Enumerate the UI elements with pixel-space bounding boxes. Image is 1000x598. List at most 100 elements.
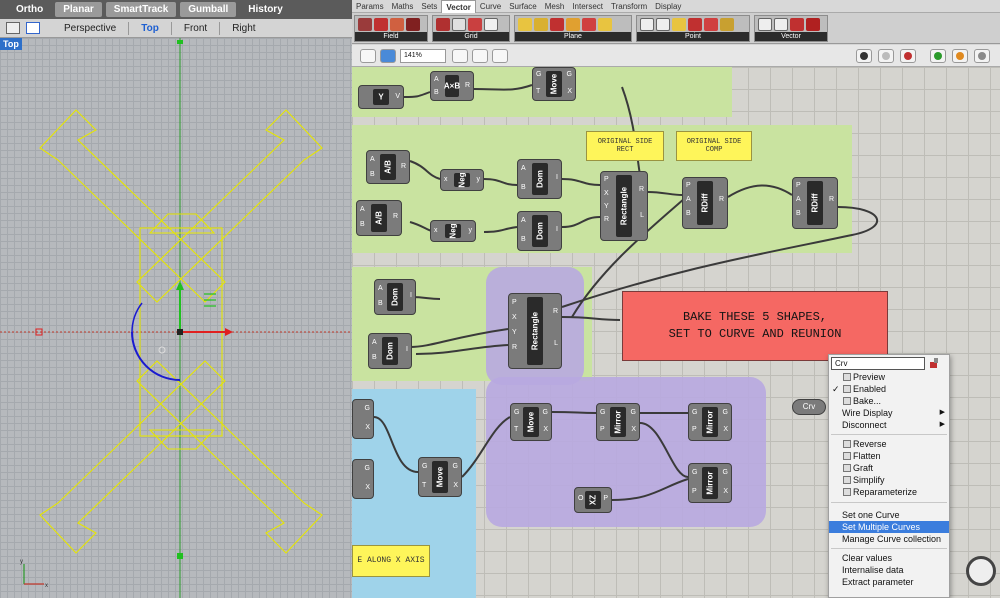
component-domain-2[interactable]: AB Dom I <box>517 211 562 251</box>
vector-tool-icon[interactable] <box>758 18 772 31</box>
mode-planar[interactable]: Planar <box>55 2 102 17</box>
component-rectangle-1[interactable]: PX YR Rectangle RL <box>600 171 648 241</box>
curve-parameter[interactable]: Crv <box>792 399 826 415</box>
save-file-icon[interactable] <box>380 49 396 63</box>
component-move-top[interactable]: GT Move GX <box>532 67 576 101</box>
tab-right[interactable]: Right <box>220 23 267 34</box>
mode-smarttrack[interactable]: SmartTrack <box>105 2 177 17</box>
tab-maths[interactable]: Maths <box>388 0 418 13</box>
vector-tool-icon[interactable] <box>790 18 804 31</box>
menu-disconnect[interactable]: Disconnect ▶ <box>829 419 949 431</box>
menu-graft[interactable]: Graft <box>829 462 949 474</box>
component-region-difference-1[interactable]: PAB RDiff R <box>682 177 728 229</box>
grid-tool-icon[interactable] <box>484 18 498 31</box>
nickname-input[interactable]: Crv <box>831 357 925 370</box>
point-tool-icon[interactable] <box>704 18 718 31</box>
component-mirror-1[interactable]: GP Mirror GX <box>596 403 640 441</box>
mode-history[interactable]: History <box>240 2 290 17</box>
plane-tool-icon[interactable] <box>582 18 596 31</box>
panel-bake-instruction[interactable]: BAKE THESE 5 SHAPES, SET TO CURVE AND RE… <box>622 291 888 361</box>
component-domain-3[interactable]: AB Dom I <box>374 279 416 315</box>
tab-front[interactable]: Front <box>172 23 219 34</box>
tab-curve[interactable]: Curve <box>476 0 505 13</box>
menu-flatten[interactable]: Flatten <box>829 450 949 462</box>
tab-vector[interactable]: Vector <box>441 0 476 13</box>
zoom-field[interactable]: 141% <box>400 49 446 63</box>
component-divide-2[interactable]: AB A/B R <box>356 200 402 236</box>
field-tool-icon[interactable] <box>358 18 372 31</box>
quad-viewport-icon[interactable] <box>26 22 40 34</box>
field-tool-icon[interactable] <box>390 18 404 31</box>
preview-mesh-icon[interactable] <box>974 49 990 63</box>
plane-tool-icon[interactable] <box>550 18 564 31</box>
component-move-purple[interactable]: GT Move GX <box>510 403 552 441</box>
component-divide-1[interactable]: AB A/B R <box>366 150 410 184</box>
ribbon-caption[interactable]: Point <box>637 32 749 41</box>
component-move-blue[interactable]: GT Move GX <box>418 457 462 497</box>
rhino-geometry[interactable]: y x <box>0 38 352 598</box>
ribbon-caption[interactable]: Grid <box>433 32 509 41</box>
menu-wire-display[interactable]: Wire Display ▶ <box>829 407 949 419</box>
component-domain-1[interactable]: AB Dom I <box>517 159 562 199</box>
component-mirror-3[interactable]: GP Mirror GX <box>688 463 732 503</box>
sketch-icon[interactable] <box>492 49 508 63</box>
gumball-widget[interactable] <box>35 40 233 559</box>
point-tool-icon[interactable] <box>656 18 670 31</box>
preview-color-icon[interactable] <box>952 49 968 63</box>
zoom-extents-icon[interactable] <box>452 49 468 63</box>
tab-intersect[interactable]: Intersect <box>568 0 607 13</box>
menu-internalise-data[interactable]: Internalise data <box>829 564 949 576</box>
tab-mesh[interactable]: Mesh <box>541 0 569 13</box>
component-negative-2[interactable]: x Neg y <box>430 220 476 242</box>
component-xz-plane[interactable]: O XZ P <box>574 487 612 513</box>
point-tool-icon[interactable] <box>720 18 734 31</box>
tab-sets[interactable]: Sets <box>417 0 441 13</box>
paint-brush-icon[interactable] <box>928 357 942 370</box>
menu-preview[interactable]: Preview <box>829 371 949 383</box>
plane-tool-icon[interactable] <box>534 18 548 31</box>
preview-shaded-icon[interactable] <box>900 49 916 63</box>
plane-tool-icon[interactable] <box>518 18 532 31</box>
menu-simplify[interactable]: Simplify <box>829 474 949 486</box>
panel-original-side-comp[interactable]: ORIGINAL SIDE COMP <box>676 131 752 161</box>
vector-tool-icon[interactable] <box>774 18 788 31</box>
menu-set-multiple-curves[interactable]: Set Multiple Curves <box>829 521 949 533</box>
point-tool-icon[interactable] <box>640 18 654 31</box>
panel-original-side-rect[interactable]: ORIGINAL SIDE RECT <box>586 131 664 161</box>
preview-wire-icon[interactable] <box>878 49 894 63</box>
point-tool-icon[interactable] <box>688 18 702 31</box>
component-domain-4[interactable]: AB Dom I <box>368 333 412 369</box>
ribbon-caption[interactable]: Field <box>355 32 427 41</box>
plane-tool-icon[interactable] <box>598 18 612 31</box>
open-file-icon[interactable] <box>360 49 376 63</box>
menu-bake[interactable]: Bake... <box>829 395 949 407</box>
menu-clear-values[interactable]: Clear values <box>829 552 949 564</box>
ribbon-caption[interactable]: Vector <box>755 32 827 41</box>
panel-along-x-axis[interactable]: E ALONG X AXIS <box>352 545 430 577</box>
tab-transform[interactable]: Transform <box>607 0 651 13</box>
preview-selected-icon[interactable] <box>930 49 946 63</box>
preview-eye-icon[interactable] <box>472 49 488 63</box>
vector-tool-icon[interactable] <box>806 18 820 31</box>
plane-tool-icon[interactable] <box>566 18 580 31</box>
menu-reverse[interactable]: Reverse <box>829 438 949 450</box>
single-viewport-icon[interactable] <box>6 22 20 34</box>
component-y[interactable]: Y V <box>358 85 404 109</box>
component-cross-product[interactable]: AB A×B R <box>430 71 474 101</box>
component-negative-1[interactable]: x Neg y <box>440 169 484 191</box>
field-tool-icon[interactable] <box>406 18 420 31</box>
component-move-partial-2[interactable]: GX <box>352 459 374 499</box>
ribbon-caption[interactable]: Plane <box>515 32 631 41</box>
menu-manage-curve-collection[interactable]: Manage Curve collection <box>829 533 949 545</box>
tab-display[interactable]: Display <box>651 0 685 13</box>
component-region-difference-2[interactable]: PAB RDiff R <box>792 177 838 229</box>
grid-tool-icon[interactable] <box>436 18 450 31</box>
component-move-partial[interactable]: GX <box>352 399 374 439</box>
tab-perspective[interactable]: Perspective <box>52 23 128 34</box>
component-mirror-2[interactable]: GP Mirror GX <box>688 403 732 441</box>
field-tool-icon[interactable] <box>374 18 388 31</box>
tab-params[interactable]: Params <box>352 0 388 13</box>
grid-tool-icon[interactable] <box>468 18 482 31</box>
canvas-navigation-icon[interactable] <box>966 556 996 586</box>
menu-reparameterize[interactable]: Reparameterize <box>829 486 949 498</box>
